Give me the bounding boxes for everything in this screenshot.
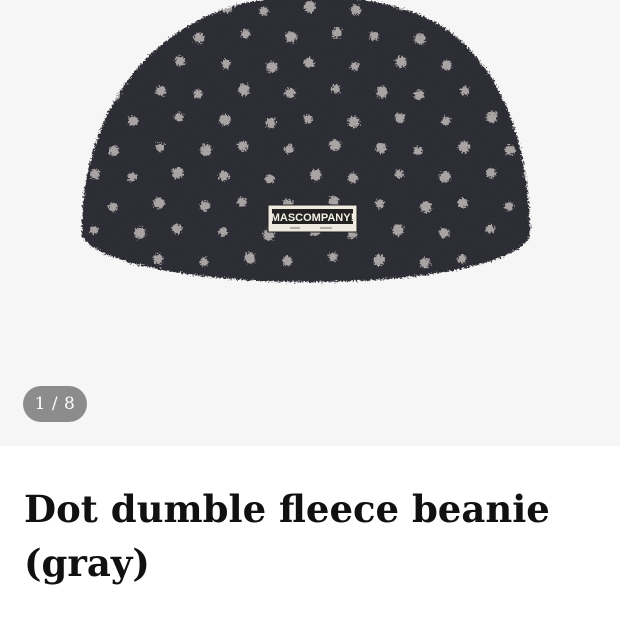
beanie-dot <box>354 284 365 295</box>
product-page: MASCOMPANY! 1 / 8 Dot dumble fleece bean… <box>0 0 620 620</box>
beanie-dot <box>507 33 517 43</box>
beanie-dot <box>505 88 517 100</box>
beanie-dot <box>62 142 73 153</box>
beanie-dot <box>530 226 541 237</box>
beanie-dot <box>62 256 71 265</box>
product-title: Dot dumble fleece beanie (gray) <box>24 487 550 585</box>
beanie-dot <box>391 280 403 282</box>
beanie-dot <box>134 284 144 294</box>
beanie-dot <box>526 3 530 13</box>
product-image: MASCOMPANY! <box>62 0 541 296</box>
beanie-dot <box>171 280 181 282</box>
beanie-dot <box>439 285 448 294</box>
beanie-dot <box>156 29 168 41</box>
brand-label: MASCOMPANY! <box>267 204 358 233</box>
beanie-dot <box>106 257 118 269</box>
beanie-dot <box>83 57 93 67</box>
beanie-dot <box>130 4 140 14</box>
beanie-dot <box>62 199 72 209</box>
image-counter-text: 1 / 8 <box>34 394 76 414</box>
brand-label-text: MASCOMPANY! <box>271 212 355 224</box>
beanie-dot <box>530 283 540 293</box>
beanie-dot <box>65 88 74 97</box>
beanie-dot <box>502 256 514 268</box>
beanie-dot <box>175 0 187 11</box>
beanie-dot <box>111 34 121 44</box>
beanie-dot <box>524 58 530 70</box>
product-image-gallery[interactable]: MASCOMPANY! 1 / 8 <box>0 0 620 446</box>
beanie-dot <box>310 283 319 292</box>
beanie-dot <box>460 29 472 41</box>
beanie-dot <box>523 114 530 126</box>
image-counter-badge: 1 / 8 <box>23 386 87 422</box>
beanie-dot <box>479 0 491 11</box>
beanie-dot <box>483 279 495 282</box>
beanie-dot <box>87 280 99 282</box>
beanie-dot <box>263 286 273 296</box>
beanie-dot <box>442 3 454 15</box>
beanie-dot <box>216 282 227 293</box>
beanie-dot <box>90 112 102 124</box>
beanie-dot <box>65 31 75 41</box>
beanie-dot <box>83 0 95 12</box>
